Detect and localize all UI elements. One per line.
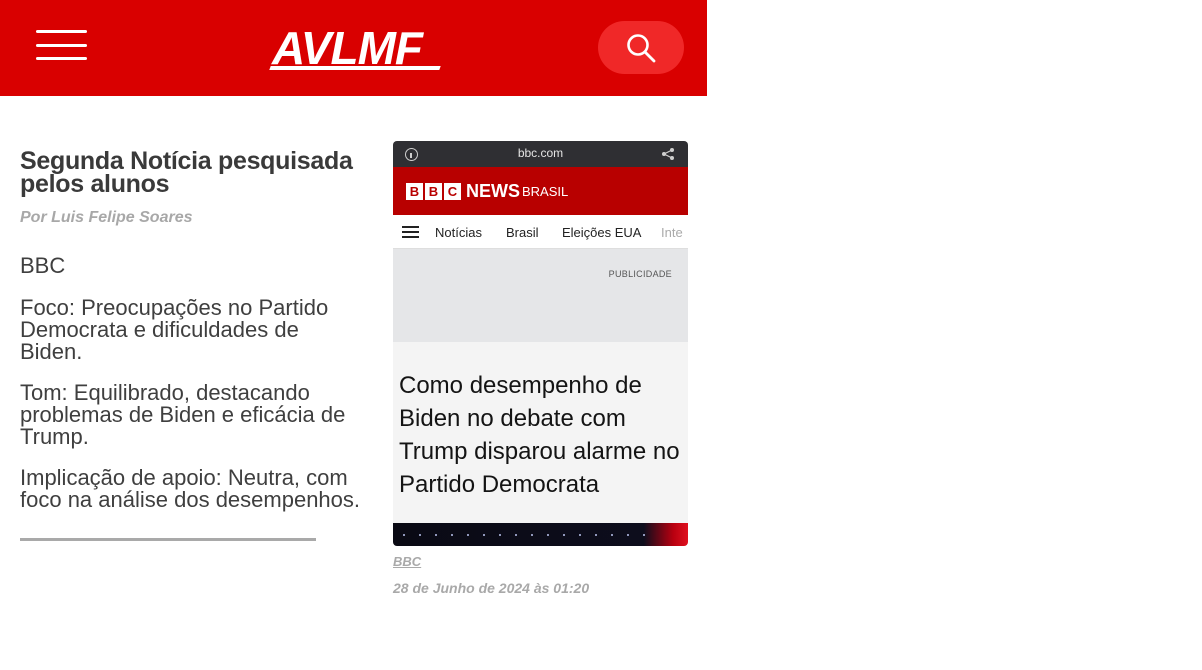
divider [20, 538, 316, 541]
browser-url: bbc.com [517, 146, 564, 160]
logo-text: AVLMF [272, 22, 423, 74]
article-paragraph: Foco: Preocupações no Partido Democrata … [20, 295, 329, 364]
image-source-link[interactable]: BBC [393, 554, 421, 569]
share-icon [662, 148, 674, 160]
photo-preview [393, 523, 688, 546]
bbc-nav-item: Inte [661, 225, 683, 240]
article-author: Por Luis Felipe Soares [20, 209, 193, 226]
bbc-nav-item: Notícias [435, 225, 482, 240]
menu-bar [36, 30, 87, 33]
search-button[interactable] [598, 21, 684, 74]
bbc-logo: BBC [406, 183, 463, 200]
article-image: bbc.com BBC NEWS BRASIL Notícias Brasil … [393, 141, 688, 546]
bbc-news-label: NEWS [466, 181, 520, 201]
search-icon [627, 34, 656, 63]
bbc-nav-item: Eleições EUA [562, 225, 642, 240]
hamburger-menu-icon[interactable] [36, 30, 87, 62]
article-paragraph: Tom: Equilibrado, destacando problemas d… [20, 380, 346, 449]
menu-bar [36, 44, 87, 47]
site-logo[interactable]: AVLMF [268, 24, 448, 74]
article-paragraph: Implicação de apoio: Neutra, com foco na… [20, 465, 361, 512]
logo-underline [269, 66, 441, 70]
menu-bar [36, 57, 87, 60]
site-header: AVLMF [0, 0, 707, 96]
bbc-logo-letter: B [425, 183, 442, 200]
bbc-logo-letter: C [444, 183, 461, 200]
publish-date: 28 de Junho de 2024 às 01:20 [393, 580, 590, 596]
article-paragraph: BBC [20, 253, 66, 278]
ad-placeholder: PUBLICIDADE [393, 249, 688, 342]
bbc-headline: Como desempenho de Biden no debate com T… [399, 372, 680, 498]
article-title: Segunda Notícia pesquisada pelos alunos [20, 147, 353, 198]
bbc-nav-item: Brasil [506, 225, 539, 240]
browser-bar: bbc.com [393, 141, 688, 167]
ad-label: PUBLICIDADE [608, 269, 672, 279]
bbc-logo-letter: B [406, 183, 423, 200]
bbc-menu-icon [402, 226, 419, 238]
bbc-region-label: BRASIL [522, 184, 569, 199]
bbc-brand-bar: BBC NEWS BRASIL [393, 167, 688, 215]
bbc-nav: Notícias Brasil Eleições EUA Inte [393, 215, 688, 249]
